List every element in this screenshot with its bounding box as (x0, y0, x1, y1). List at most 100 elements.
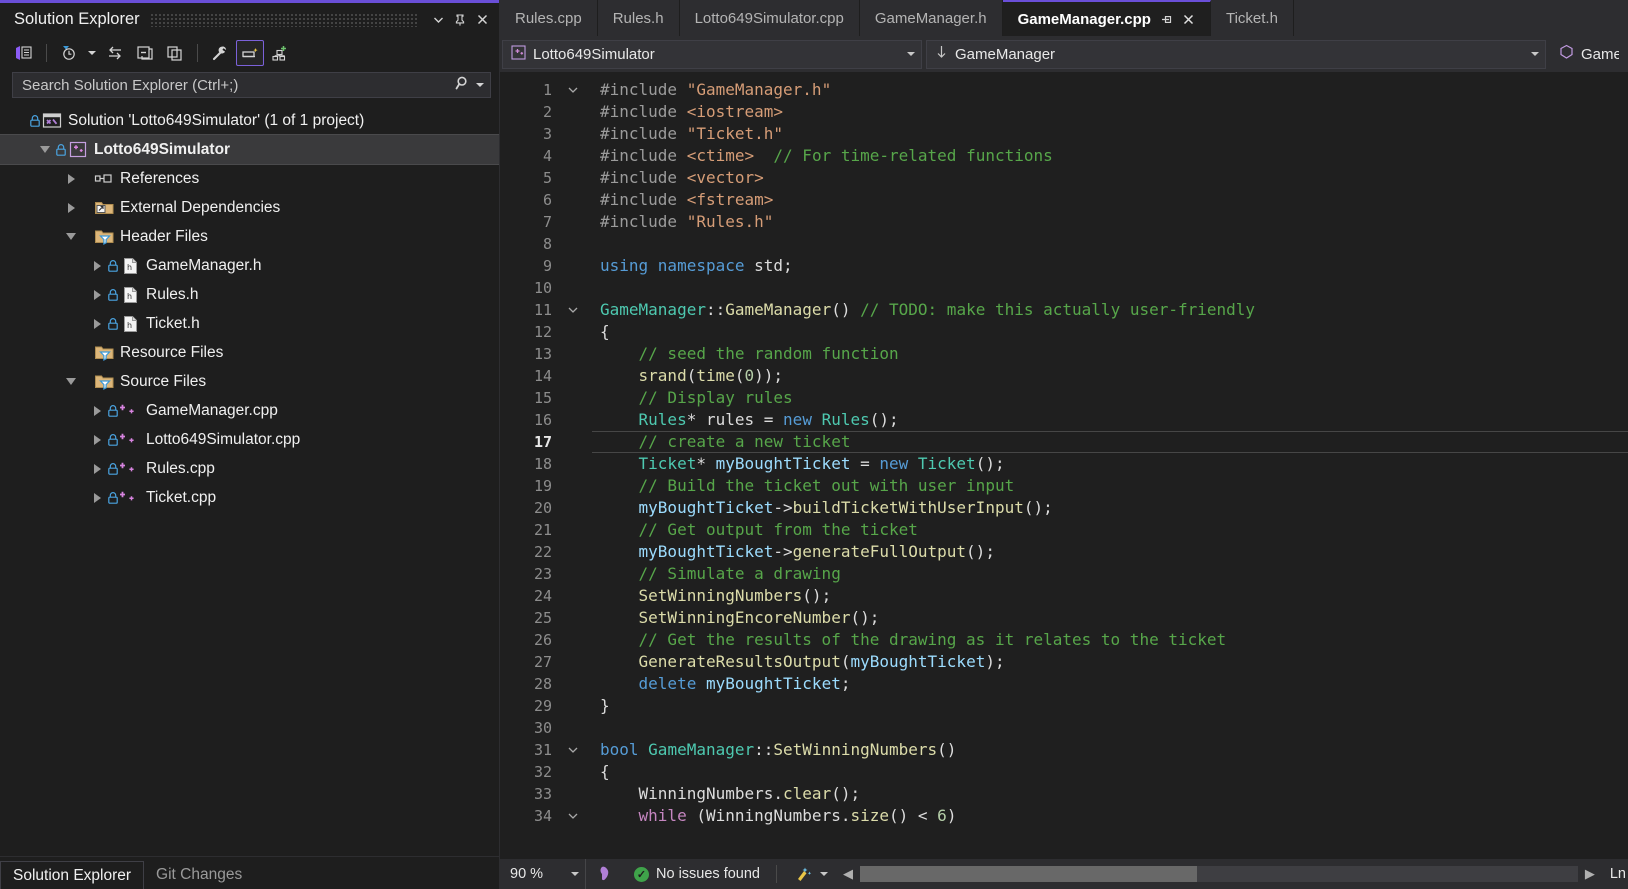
navbar-class-dropdown[interactable]: GameManager (926, 39, 1546, 69)
fold-collapse-icon[interactable] (562, 744, 584, 756)
code-line[interactable]: 9 using namespace std; (500, 255, 1628, 277)
chevron-down-icon-2[interactable] (1531, 52, 1539, 56)
collapse-arrow-icon[interactable] (62, 367, 80, 396)
fold-collapse-icon[interactable] (562, 84, 584, 96)
chevron-down-icon[interactable] (427, 9, 449, 31)
zoom-chevron-icon[interactable] (571, 872, 579, 876)
tree-item-references[interactable]: References (0, 164, 499, 193)
pending-changes-dropdown-icon[interactable] (85, 40, 99, 66)
editor-tab-rules-cpp[interactable]: Rules.cpp (500, 0, 598, 36)
editor-tab-gamemanager-h[interactable]: GameManager.h (859, 0, 1003, 36)
expand-arrow-icon[interactable] (88, 251, 106, 280)
editor-tab-rules-h[interactable]: Rules.h (597, 0, 680, 36)
tree-item-solution-lotto649simulator-1-of-1-project[interactable]: Solution 'Lotto649Simulator' (1 of 1 pro… (0, 106, 499, 135)
code-line[interactable]: 16 Rules* rules = new Rules(); (500, 409, 1628, 431)
code-line[interactable]: 11 GameManager::GameManager() // TODO: ma… (500, 299, 1628, 321)
code-lines[interactable]: 1 #include "GameManager.h" 2 #include <iost… (500, 73, 1628, 859)
tree-item-rules-cpp[interactable]: Rules.cpp (0, 454, 499, 483)
properties-icon[interactable] (206, 40, 234, 66)
code-line[interactable]: 17 // create a new ticket (500, 431, 1628, 453)
navbar-member-dropdown[interactable]: GameManager() (1550, 40, 1626, 69)
expand-arrow-icon[interactable] (88, 425, 106, 454)
tree-item-header-files[interactable]: Header Files (0, 222, 499, 251)
code-line[interactable]: 10 (500, 277, 1628, 299)
feedback-icon-button[interactable] (586, 865, 624, 883)
collapse-all-icon[interactable] (131, 40, 159, 66)
code-line[interactable]: 29} (500, 695, 1628, 717)
expand-arrow-icon[interactable] (88, 280, 106, 309)
code-cleanup-chevron-icon[interactable] (819, 872, 828, 876)
scroll-right-arrow-icon[interactable]: ▶ (1580, 866, 1600, 882)
tab-pin-icon[interactable] (1160, 13, 1173, 26)
code-line[interactable]: 24 SetWinningNumbers(); (500, 585, 1628, 607)
code-line[interactable]: 27 GenerateResultsOutput(myBoughtTicket)… (500, 651, 1628, 673)
fold-collapse-icon[interactable] (562, 810, 584, 822)
expand-arrow-icon[interactable] (62, 193, 80, 222)
code-line[interactable]: 22 myBoughtTicket->generateFullOutput(); (500, 541, 1628, 563)
sync-with-active-document-icon[interactable] (101, 40, 129, 66)
code-line[interactable]: 18 Ticket* myBoughtTicket = new Ticket()… (500, 453, 1628, 475)
home-view-icon[interactable] (10, 40, 38, 66)
panel-drag-handle[interactable] (149, 12, 417, 27)
pin-icon[interactable] (449, 9, 471, 31)
code-editor[interactable]: 1 #include "GameManager.h" 2 #include <iost… (500, 73, 1628, 859)
code-line[interactable]: 2 #include <iostream> (500, 101, 1628, 123)
search-input[interactable] (22, 76, 455, 94)
view-class-diagram-icon[interactable] (266, 40, 294, 66)
tree-item-rules-h[interactable]: h Rules.h (0, 280, 499, 309)
bottom-tab-solution-explorer[interactable]: Solution Explorer (0, 861, 145, 889)
search-options-chevron-icon[interactable] (476, 83, 484, 87)
code-line[interactable]: 23 // Simulate a drawing (500, 563, 1628, 585)
code-line[interactable]: 12 { (500, 321, 1628, 343)
code-line[interactable]: 30 (500, 717, 1628, 739)
editor-tab-lotto649simulator-cpp[interactable]: Lotto649Simulator.cpp (679, 0, 860, 36)
zoom-level-control[interactable]: 90 % (500, 859, 586, 889)
code-line[interactable]: 31 bool GameManager::SetWinningNumbers() (500, 739, 1628, 761)
code-line[interactable]: 20 myBoughtTicket->buildTicketWithUserIn… (500, 497, 1628, 519)
code-line[interactable]: 7 #include "Rules.h" (500, 211, 1628, 233)
search-icon[interactable] (455, 75, 472, 96)
show-all-files-icon[interactable] (161, 40, 189, 66)
tree-item-lotto649simulator[interactable]: Lotto649Simulator (0, 134, 499, 165)
close-icon[interactable] (471, 9, 493, 31)
code-line[interactable]: 14 srand(time(0)); (500, 365, 1628, 387)
code-line[interactable]: 32 { (500, 761, 1628, 783)
code-cleanup-button[interactable] (783, 865, 838, 883)
code-line[interactable]: 28 delete myBoughtTicket; (500, 673, 1628, 695)
code-line[interactable]: 6 #include <fstream> (500, 189, 1628, 211)
tree-item-lotto649simulator-cpp[interactable]: Lotto649Simulator.cpp (0, 425, 499, 454)
code-line[interactable]: 34 while (WinningNumbers.size() < 6) (500, 805, 1628, 827)
chevron-down-icon[interactable] (907, 52, 915, 56)
code-line[interactable]: 3 #include "Ticket.h" (500, 123, 1628, 145)
code-line[interactable]: 5 #include <vector> (500, 167, 1628, 189)
code-line[interactable]: 15 // Display rules (500, 387, 1628, 409)
preview-selected-items-icon[interactable] (236, 40, 264, 66)
tree-item-ticket-h[interactable]: h Ticket.h (0, 309, 499, 338)
code-line[interactable]: 8 (500, 233, 1628, 255)
expand-arrow-icon[interactable] (88, 396, 106, 425)
scrollbar-thumb[interactable] (859, 866, 1198, 882)
expand-arrow-icon[interactable] (62, 164, 80, 193)
code-line[interactable]: 26 // Get the results of the drawing as … (500, 629, 1628, 651)
code-line[interactable]: 33 WinningNumbers.clear(); (500, 783, 1628, 805)
code-line[interactable]: 13 // seed the random function (500, 343, 1628, 365)
navbar-project-dropdown[interactable]: Lotto649Simulator (502, 39, 922, 69)
issues-status[interactable]: ✓ No issues found (624, 866, 770, 882)
code-line[interactable]: 21 // Get output from the ticket (500, 519, 1628, 541)
tree-item-external-dependencies[interactable]: External Dependencies (0, 193, 499, 222)
editor-tab-ticket-h[interactable]: Ticket.h (1210, 0, 1294, 36)
code-line[interactable]: 25 SetWinningEncoreNumber(); (500, 607, 1628, 629)
solution-explorer-search[interactable] (12, 72, 491, 98)
fold-collapse-icon[interactable] (562, 304, 584, 316)
expand-arrow-icon[interactable] (88, 454, 106, 483)
tree-item-gamemanager-h[interactable]: h GameManager.h (0, 251, 499, 280)
tree-item-ticket-cpp[interactable]: Ticket.cpp (0, 483, 499, 512)
tree-item-resource-files[interactable]: Resource Files (0, 338, 499, 367)
editor-tab-gamemanager-cpp[interactable]: GameManager.cpp (1002, 0, 1211, 36)
collapse-arrow-icon[interactable] (36, 135, 54, 164)
collapse-arrow-icon[interactable] (62, 222, 80, 251)
pending-changes-filter-icon[interactable] (55, 40, 83, 66)
code-line[interactable]: 4 #include <ctime> // For time-related fu… (500, 145, 1628, 167)
tree-item-source-files[interactable]: Source Files (0, 367, 499, 396)
scroll-left-arrow-icon[interactable]: ◀ (838, 866, 858, 882)
